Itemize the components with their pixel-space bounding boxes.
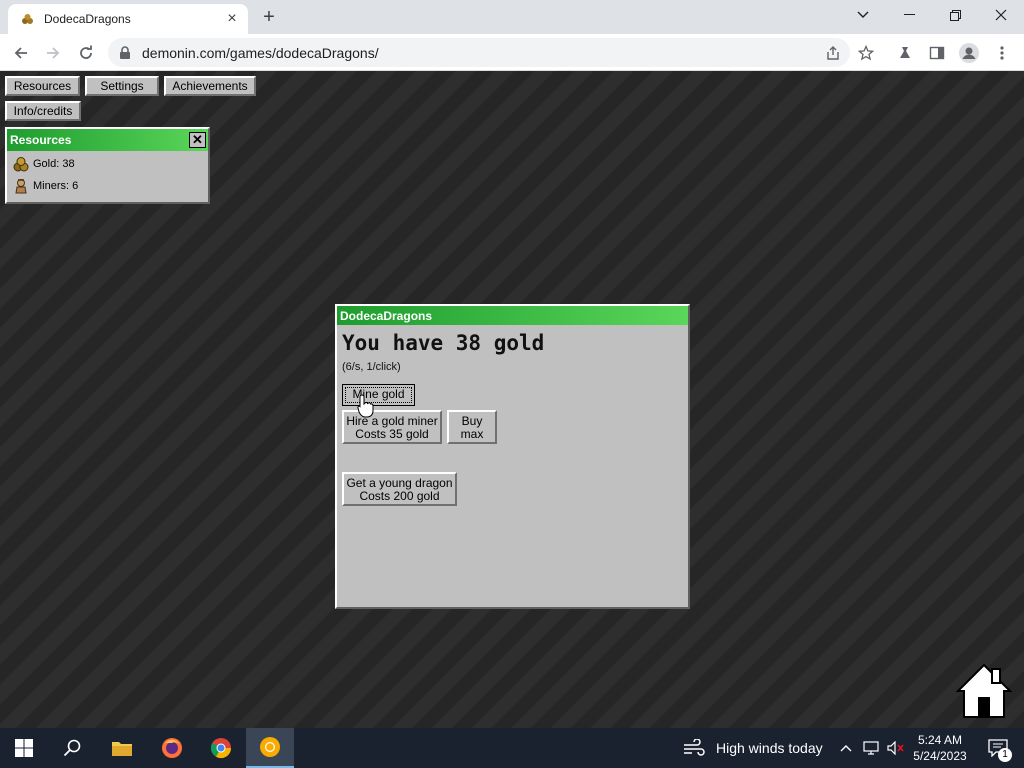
mine-gold-button[interactable]: Mine gold (342, 384, 415, 406)
resources-panel: Resources ✕ Gold: 38 Miners: 6 (5, 127, 210, 204)
miners-count: Miners: 6 (33, 180, 79, 192)
file-explorer-icon[interactable] (98, 728, 146, 768)
buy-max-line2: max (460, 427, 484, 441)
profile-avatar-icon[interactable] (956, 40, 982, 66)
bookmark-star-icon[interactable] (853, 40, 879, 66)
settings-nav-button[interactable]: Settings (85, 76, 159, 96)
buy-max-button[interactable]: Buy max (447, 410, 497, 444)
miner-icon (15, 179, 27, 194)
back-arrow-icon[interactable] (8, 40, 34, 66)
lock-icon (120, 45, 130, 59)
gold-icon (13, 157, 29, 172)
gold-rate-text: (6/s, 1/click) (342, 361, 401, 373)
gold-heading: You have 38 gold (342, 331, 545, 355)
url-text: demonin.com/games/dodecaDragons/ (142, 44, 379, 61)
wind-icon (684, 739, 705, 756)
home-icon[interactable] (954, 661, 1014, 721)
search-icon[interactable] (48, 728, 96, 768)
side-panel-icon[interactable] (924, 40, 950, 66)
cursor-hand-icon (357, 394, 374, 418)
clock-time: 5:24 AM (917, 733, 963, 747)
tab-title: DodecaDragons (44, 12, 131, 26)
notifications-icon[interactable]: 1 (978, 728, 1018, 768)
windows-taskbar: High winds today 5:24 AM 5/24/2023 1 (0, 728, 1024, 768)
clock[interactable]: 5:24 AM 5/24/2023 (908, 728, 972, 768)
address-bar[interactable]: demonin.com/games/dodecaDragons/ (108, 38, 850, 67)
gold-resource-row: Gold: 38 (7, 153, 208, 175)
network-icon[interactable] (860, 728, 882, 768)
firefox-icon[interactable] (148, 728, 196, 768)
main-game-window: DodecaDragons You have 38 gold (6/s, 1/c… (335, 304, 690, 609)
restore-button[interactable] (932, 0, 978, 30)
kebab-menu-icon[interactable] (989, 40, 1015, 66)
tab-close-icon[interactable]: × (224, 11, 240, 27)
browser-tab[interactable]: DodecaDragons × (8, 4, 248, 34)
notification-count-badge: 1 (998, 748, 1012, 762)
windows-start-icon[interactable] (0, 728, 48, 768)
volume-muted-icon[interactable] (884, 728, 908, 768)
hire-miner-cost: Costs 35 gold (355, 427, 429, 441)
weather-widget[interactable]: High winds today (682, 728, 827, 768)
achievements-nav-button[interactable]: Achievements (164, 76, 256, 96)
chevron-up-icon[interactable] (836, 728, 856, 768)
browser-toolbar: demonin.com/games/dodecaDragons/ (0, 34, 1024, 71)
share-icon[interactable] (820, 40, 846, 66)
game-page: Resources Settings Achievements Info/cre… (0, 71, 1024, 728)
resources-panel-title-text: Resources (10, 133, 72, 147)
clock-date: 5/24/2023 (913, 749, 967, 763)
reload-icon[interactable] (73, 40, 99, 66)
get-young-dragon-button[interactable]: Get a young dragon Costs 200 gold (342, 472, 457, 506)
new-tab-button[interactable]: + (258, 7, 280, 29)
dragon-favicon-icon (22, 14, 33, 24)
forward-arrow-icon[interactable] (40, 40, 66, 66)
gold-count: Gold: 38 (33, 158, 75, 170)
weather-text: High winds today (716, 740, 823, 756)
close-window-button[interactable] (978, 0, 1024, 30)
main-window-title: DodecaDragons (337, 306, 688, 325)
extensions-icon[interactable] (892, 40, 918, 66)
miners-resource-row: Miners: 6 (7, 175, 208, 197)
resources-panel-title: Resources ✕ (7, 129, 208, 151)
chrome-canary-active-icon[interactable] (246, 728, 294, 768)
dragon-cost: Costs 200 gold (359, 489, 440, 503)
tab-search-icon[interactable] (840, 0, 886, 30)
resources-nav-button[interactable]: Resources (5, 76, 80, 96)
info-credits-nav-button[interactable]: Info/credits (5, 101, 81, 121)
chrome-icon[interactable] (197, 728, 245, 768)
close-icon[interactable]: ✕ (189, 132, 206, 148)
minimize-button[interactable] (886, 0, 932, 30)
tab-strip: DodecaDragons × + (0, 0, 1024, 34)
